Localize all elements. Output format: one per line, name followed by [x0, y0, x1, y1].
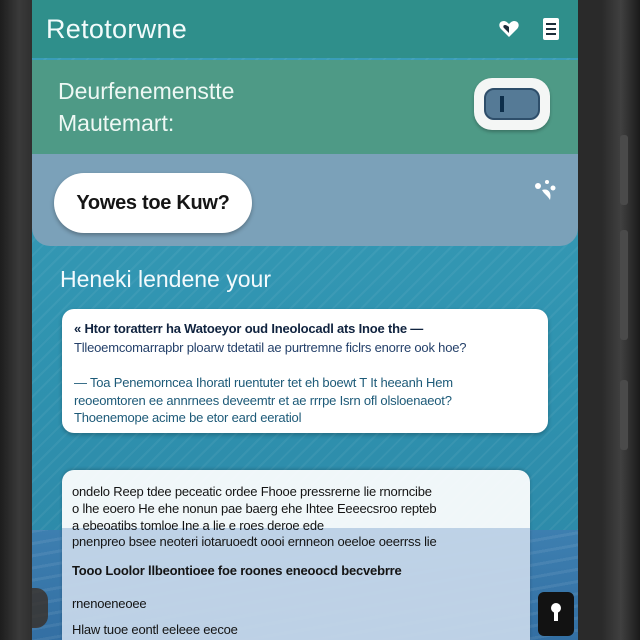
power-button: [620, 380, 628, 450]
result-card[interactable]: ondelo Reep tdee peceatic ordee Fhooe pr…: [62, 470, 530, 640]
finger-thumb: [32, 588, 48, 628]
info-line: — Toa Penemorncea Ihoratl ruentuter tet …: [74, 375, 453, 390]
app-bar: Retotorwne: [32, 0, 578, 58]
header-card: Deurfenemenstte Mautemart:: [32, 60, 578, 155]
query-band: Yowes toe Kuw?: [32, 154, 578, 246]
bookmark-list-icon[interactable]: [538, 16, 564, 42]
volume-up-button: [620, 135, 628, 205]
phone-screen: Retotorwne Deurfenemenstte Mautemart: Yo…: [32, 0, 578, 640]
result-line: Tooo Loolor llbeontioee foe roones eneoo…: [72, 563, 402, 578]
toggle-switch-icon[interactable]: [474, 78, 550, 130]
result-line: pnenpreo bsee neoteri iotaruoedt oooi er…: [72, 534, 437, 549]
result-line: Hlaw tuoe eontl eeleee eecoe: [72, 622, 238, 637]
lock-icon: [547, 600, 565, 629]
app-title: Retotorwne: [46, 13, 188, 44]
result-line: ondelo Reep tdee peceatic ordee Fhooe pr…: [72, 484, 432, 499]
lock-button[interactable]: [538, 592, 574, 636]
info-line: reoeomtoren ee annrnees deveemtr et ae r…: [74, 393, 452, 408]
heart-icon[interactable]: [496, 16, 522, 42]
info-line: Thoenemope acime be etor eard eeratiol: [74, 410, 302, 425]
volume-down-button: [620, 230, 628, 340]
result-line: rnenoeneoee: [72, 596, 147, 611]
info-line: Tlleoemcomarrapbr ploarw tdetatil ae pur…: [74, 340, 467, 355]
section-heading: Heneki lendene your: [60, 266, 271, 292]
sparkle-wand-icon[interactable]: [526, 174, 562, 210]
info-card[interactable]: « Htor toratterr ha Watoeyor oud Ineoloc…: [62, 309, 548, 433]
toggle-knob: [484, 88, 540, 120]
info-line: « Htor toratterr ha Watoeyor oud Ineoloc…: [74, 321, 424, 336]
header-line-2: Mautemart:: [58, 110, 175, 136]
result-line: o lhe eoero He ehe nonun pae baerg ehe I…: [72, 501, 437, 516]
result-line: a ebeoatibs tomloe Ine a lie e roes dero…: [72, 518, 324, 533]
query-button[interactable]: Yowes toe Kuw?: [54, 173, 252, 233]
appbar-actions: [496, 16, 564, 42]
header-line-1: Deurfenemenstte: [58, 78, 235, 104]
